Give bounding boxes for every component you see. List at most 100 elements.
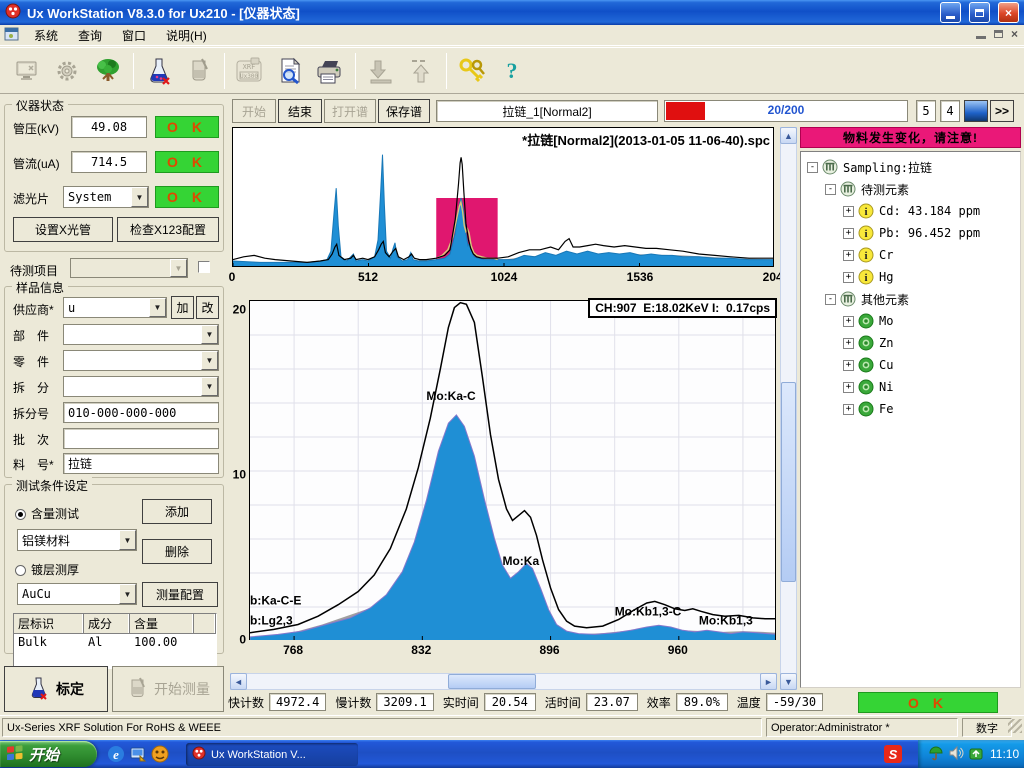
filter-combo[interactable]: System▼ <box>63 186 149 208</box>
scroll-right-icon[interactable]: ► <box>760 673 777 690</box>
supplier-modify-button[interactable]: 改 <box>196 296 219 319</box>
expand-toggle[interactable]: + <box>843 382 854 393</box>
tree-item[interactable]: +iPb: 96.452 ppm <box>801 222 1020 244</box>
start-button-taskbar[interactable]: 开始 <box>0 741 97 767</box>
overview-series-outline <box>233 157 774 262</box>
scroll-up-icon[interactable]: ▲ <box>780 127 797 144</box>
print-icon[interactable] <box>310 51 350 91</box>
volume-tray-icon[interactable] <box>948 745 964 764</box>
calibrate-flask-icon[interactable] <box>139 51 179 91</box>
calibrate-button[interactable]: 标定 <box>4 666 108 712</box>
tree-item[interactable]: +iCd: 43.184 ppm <box>801 200 1020 222</box>
tree-item[interactable]: -其他元素 <box>801 288 1020 310</box>
detail-chart[interactable]: Mo:Ka-CMo:KaMo:Kb1,3-CMo:Kb1,3b:Ka-C-Eb:… <box>249 300 776 640</box>
permission-keys-icon[interactable] <box>452 51 492 91</box>
menu-window[interactable]: 窗口 <box>113 25 155 46</box>
minimize-button[interactable] <box>940 2 961 23</box>
expand-toggle[interactable]: + <box>843 228 854 239</box>
stop-button[interactable]: 结束 <box>278 99 322 123</box>
menu-system[interactable]: 系统 <box>25 25 67 46</box>
param-box-1[interactable]: 5 <box>916 100 936 122</box>
check-x123-button[interactable]: 检查X123配置 <box>117 217 219 242</box>
table-row[interactable]: BulkAl100.00 <box>14 634 216 650</box>
more-button[interactable]: >> <box>990 100 1014 122</box>
split-combo[interactable]: ▼ <box>63 376 219 397</box>
param-box-2[interactable]: 4 <box>940 100 960 122</box>
tree-item[interactable]: +iHg <box>801 266 1020 288</box>
supplier-combo[interactable]: u▼ <box>63 297 167 318</box>
tree-item[interactable]: - Sampling:拉链 <box>801 156 1020 178</box>
scroll-down-icon[interactable]: ▼ <box>780 673 797 690</box>
tree-item[interactable]: +Mo <box>801 310 1020 332</box>
menu-help[interactable]: 说明(H) <box>157 25 216 46</box>
chevron-down-icon[interactable]: ▼ <box>131 187 148 207</box>
svg-text:i: i <box>864 206 867 218</box>
antivirus-icon[interactable] <box>150 744 170 764</box>
chevron-down-icon[interactable]: ▼ <box>201 377 218 396</box>
supplier-add-button[interactable]: 加 <box>171 296 194 319</box>
tree-item[interactable]: +Zn <box>801 332 1020 354</box>
chevron-down-icon[interactable]: ▼ <box>119 584 136 604</box>
coating-test-radio[interactable]: 镀层测厚 <box>15 561 79 578</box>
part-combo[interactable]: ▼ <box>63 324 219 345</box>
measure-config-button[interactable]: 测量配置 <box>142 582 218 607</box>
tree-icon[interactable] <box>88 51 128 91</box>
expand-toggle[interactable]: + <box>843 206 854 217</box>
x-tick-label: 768 <box>283 643 303 657</box>
taskbar-task-button[interactable]: Ux WorkStation V... <box>186 743 358 766</box>
tree-item[interactable]: +iCr <box>801 244 1020 266</box>
overview-chart-panel: *拉链[Normal2](2013-01-05 11-06-40).spc 05… <box>232 127 776 287</box>
restore-button[interactable] <box>969 2 990 23</box>
setup-xray-tube-button[interactable]: 设置X光管 <box>13 217 113 242</box>
tree-item[interactable]: -待测元素 <box>801 178 1020 200</box>
delete-condition-button[interactable]: 删除 <box>142 539 212 564</box>
ie-icon[interactable]: e <box>106 744 126 764</box>
menu-query[interactable]: 查询 <box>69 25 111 46</box>
expand-toggle[interactable]: + <box>843 272 854 283</box>
tree-item[interactable]: +Ni <box>801 376 1020 398</box>
mdi-restore-button[interactable] <box>994 30 1003 38</box>
add-condition-button[interactable]: 添加 <box>142 499 212 524</box>
input-method-icon[interactable]: S <box>884 745 902 763</box>
spectrum-color-button[interactable] <box>964 100 988 122</box>
show-desktop-icon[interactable] <box>128 744 148 764</box>
tree-item-label: Sampling:拉链 <box>843 159 932 176</box>
chevron-down-icon[interactable]: ▼ <box>201 325 218 344</box>
h-scrollbar-thumb[interactable] <box>448 674 536 689</box>
sample-info-group: 样品信息 供应商* u▼ 加 改 部 件 ▼ 零 件 ▼ 拆 分 ▼ 拆分号 0… <box>4 286 224 478</box>
collapse-toggle[interactable]: - <box>825 294 836 305</box>
content-test-radio[interactable]: 含量测试 <box>15 505 79 522</box>
expand-toggle[interactable]: + <box>843 360 854 371</box>
component-combo[interactable]: ▼ <box>63 350 219 371</box>
resize-grip[interactable] <box>1008 719 1022 733</box>
close-button[interactable]: × <box>998 2 1019 23</box>
scroll-left-icon[interactable]: ◄ <box>230 673 247 690</box>
help-icon[interactable]: ? <box>492 51 532 91</box>
collapse-toggle[interactable]: - <box>825 184 836 195</box>
tree-item[interactable]: +Fe <box>801 398 1020 420</box>
pending-item-checkbox[interactable] <box>198 261 210 273</box>
mdi-minimize-button[interactable] <box>976 36 986 39</box>
split-no-input[interactable]: 010-000-000-000 <box>63 402 219 423</box>
collapse-toggle[interactable]: - <box>807 162 818 173</box>
report-search-icon[interactable] <box>270 51 310 91</box>
update-tray-icon[interactable] <box>968 745 984 764</box>
expand-toggle[interactable]: + <box>843 338 854 349</box>
svg-text:i: i <box>864 272 867 284</box>
material-no-input[interactable]: 拉链 <box>63 453 219 474</box>
chevron-down-icon[interactable]: ▼ <box>149 298 166 317</box>
chevron-down-icon[interactable]: ▼ <box>119 530 136 550</box>
expand-toggle[interactable]: + <box>843 404 854 415</box>
expand-toggle[interactable]: + <box>843 250 854 261</box>
tree-item[interactable]: +Cu <box>801 354 1020 376</box>
save-spectrum-button[interactable]: 保存谱 <box>378 99 430 123</box>
material-combo[interactable]: 铝镁材料▼ <box>17 529 137 551</box>
umbrella-tray-icon[interactable] <box>928 745 944 764</box>
expand-toggle[interactable]: + <box>843 316 854 327</box>
peak-label: Mo:Kb1,3-C <box>615 604 682 618</box>
mdi-close-button[interactable]: × <box>1011 27 1018 41</box>
coating-combo[interactable]: AuCu▼ <box>17 583 137 605</box>
batch-input[interactable] <box>63 428 219 449</box>
v-scrollbar-thumb[interactable] <box>781 382 796 582</box>
chevron-down-icon[interactable]: ▼ <box>201 351 218 370</box>
